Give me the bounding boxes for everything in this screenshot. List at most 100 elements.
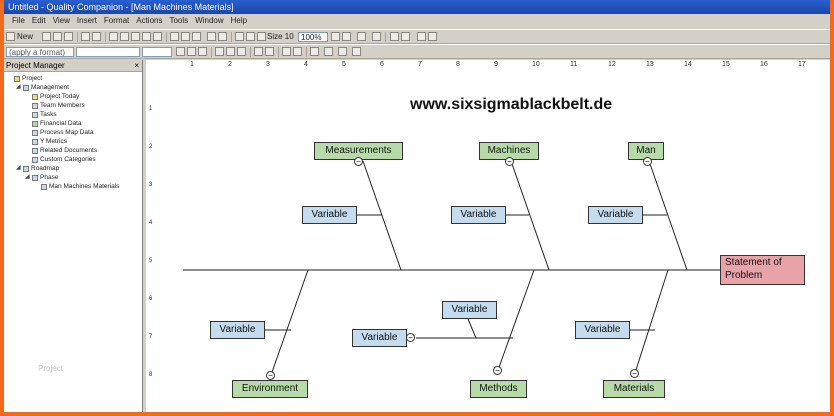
tree-item[interactable]: Team Members — [25, 101, 85, 110]
variable-materials[interactable]: Variable — [575, 321, 630, 339]
collapse-icon[interactable]: − — [354, 157, 363, 166]
collapse-icon[interactable]: − — [266, 371, 275, 380]
tree-item[interactable]: Project Today — [25, 92, 79, 101]
tree-item[interactable]: ◢ Phase — [25, 173, 58, 182]
spelling-icon[interactable] — [92, 32, 101, 41]
align-right-icon[interactable] — [237, 47, 246, 56]
print-icon[interactable] — [64, 32, 73, 41]
variable-methods[interactable]: Variable — [352, 329, 407, 347]
undo-icon[interactable] — [207, 32, 216, 41]
menu-actions[interactable]: Actions — [136, 14, 162, 28]
window-icon[interactable] — [417, 32, 426, 41]
tree-item[interactable]: Process Map Data — [25, 128, 93, 137]
collapse-icon[interactable]: − — [630, 369, 639, 378]
font-name-dropdown[interactable] — [76, 47, 140, 57]
menu-insert[interactable]: Insert — [77, 14, 97, 28]
insert-text-icon[interactable] — [192, 32, 201, 41]
tree-item[interactable]: Man Machines Materials — [34, 182, 119, 191]
menu-window[interactable]: Window — [195, 14, 223, 28]
pan-icon[interactable] — [357, 32, 366, 41]
cut-icon[interactable] — [109, 32, 118, 41]
line-style-icon[interactable] — [352, 47, 361, 56]
send-back-icon[interactable] — [265, 47, 274, 56]
tree-item[interactable]: Related Documents — [25, 146, 97, 155]
select-tool-icon[interactable] — [235, 32, 244, 41]
font-size-selector[interactable]: Size 10 — [267, 30, 294, 44]
text-tool-icon[interactable] — [246, 32, 255, 41]
category-methods[interactable]: Methods — [470, 380, 527, 398]
redo-icon[interactable] — [218, 32, 227, 41]
collapse-icon[interactable]: − — [505, 157, 514, 166]
tree-node-icon — [32, 174, 38, 181]
apply-format-dropdown[interactable]: (apply a format) — [6, 47, 74, 57]
save-icon[interactable] — [53, 32, 62, 41]
toolbar-divider — [385, 32, 386, 42]
group-icon[interactable] — [282, 47, 291, 56]
zoom-in-icon[interactable] — [331, 32, 340, 41]
checklist-icon[interactable] — [401, 32, 410, 41]
collapse-icon[interactable]: − — [643, 157, 652, 166]
align-left-icon[interactable] — [215, 47, 224, 56]
variable-measurements[interactable]: Variable — [302, 206, 357, 224]
font-size-dropdown[interactable] — [142, 47, 172, 57]
insert-connector-icon[interactable] — [181, 32, 190, 41]
fit-page-icon[interactable] — [342, 32, 351, 41]
tree-item[interactable]: Financial Data — [25, 119, 82, 128]
options-icon[interactable] — [428, 32, 437, 41]
problem-statement[interactable]: Statement of Problem — [720, 255, 805, 285]
tree-item[interactable]: ◢ Roadmap — [16, 164, 59, 173]
bring-front-icon[interactable] — [254, 47, 263, 56]
help-icon[interactable] — [372, 32, 381, 41]
diagram-canvas[interactable] — [158, 72, 830, 412]
paste-icon[interactable] — [131, 32, 140, 41]
tree-item[interactable]: ◢ Management — [16, 83, 69, 92]
fill-color-icon[interactable] — [338, 47, 347, 56]
expand-arrow-icon[interactable]: ◢ — [25, 173, 30, 182]
ungroup-icon[interactable] — [293, 47, 302, 56]
variable-methods-sub[interactable]: Variable — [442, 301, 497, 319]
new-document-icon[interactable] — [6, 32, 15, 41]
tree-item[interactable]: Custom Categories — [25, 155, 96, 164]
variable-machines[interactable]: Variable — [451, 206, 506, 224]
font-color-icon[interactable] — [310, 47, 319, 56]
collapse-icon[interactable]: − — [493, 366, 502, 375]
close-icon[interactable]: × — [134, 60, 139, 71]
menu-view[interactable]: View — [53, 14, 70, 28]
tree-item[interactable]: Project — [7, 74, 42, 83]
menu-help[interactable]: Help — [231, 14, 247, 28]
delete-icon[interactable] — [142, 32, 151, 41]
connector-tool-icon[interactable] — [257, 32, 266, 41]
open-icon[interactable] — [42, 32, 51, 41]
underline-icon[interactable] — [198, 47, 207, 56]
italic-icon[interactable] — [187, 47, 196, 56]
expand-arrow-icon[interactable]: ◢ — [16, 164, 21, 173]
insert-shape-icon[interactable] — [170, 32, 179, 41]
tree-item[interactable]: Y Metrics — [25, 137, 67, 146]
print-preview-icon[interactable] — [81, 32, 90, 41]
category-environment[interactable]: Environment — [232, 380, 308, 398]
variable-man[interactable]: Variable — [588, 206, 643, 224]
menu-bar: File Edit View Insert Format Actions Too… — [4, 14, 830, 28]
format-painter-icon[interactable] — [153, 32, 162, 41]
ruler-tick-label: 7 — [418, 61, 422, 68]
chart-icon[interactable] — [390, 32, 399, 41]
category-materials[interactable]: Materials — [603, 380, 665, 398]
bold-icon[interactable] — [176, 47, 185, 56]
tree-item[interactable]: Tasks — [25, 110, 57, 119]
menu-edit[interactable]: Edit — [32, 14, 46, 28]
zoom-selector[interactable]: 100% — [298, 32, 328, 42]
line-color-icon[interactable] — [324, 47, 333, 56]
menu-tools[interactable]: Tools — [169, 14, 188, 28]
expand-arrow-icon[interactable]: ◢ — [16, 83, 21, 92]
variable-environment[interactable]: Variable — [210, 321, 265, 339]
toolbar-divider — [250, 47, 251, 57]
collapse-icon[interactable]: − — [406, 333, 415, 342]
tree-node-icon — [41, 183, 47, 190]
align-center-icon[interactable] — [226, 47, 235, 56]
menu-format[interactable]: Format — [104, 14, 129, 28]
tree-node-icon — [14, 75, 20, 82]
menu-file[interactable]: File — [12, 14, 25, 28]
ruler-tick-label: 6 — [380, 61, 384, 68]
copy-icon[interactable] — [120, 32, 129, 41]
new-button[interactable]: New — [17, 30, 33, 44]
